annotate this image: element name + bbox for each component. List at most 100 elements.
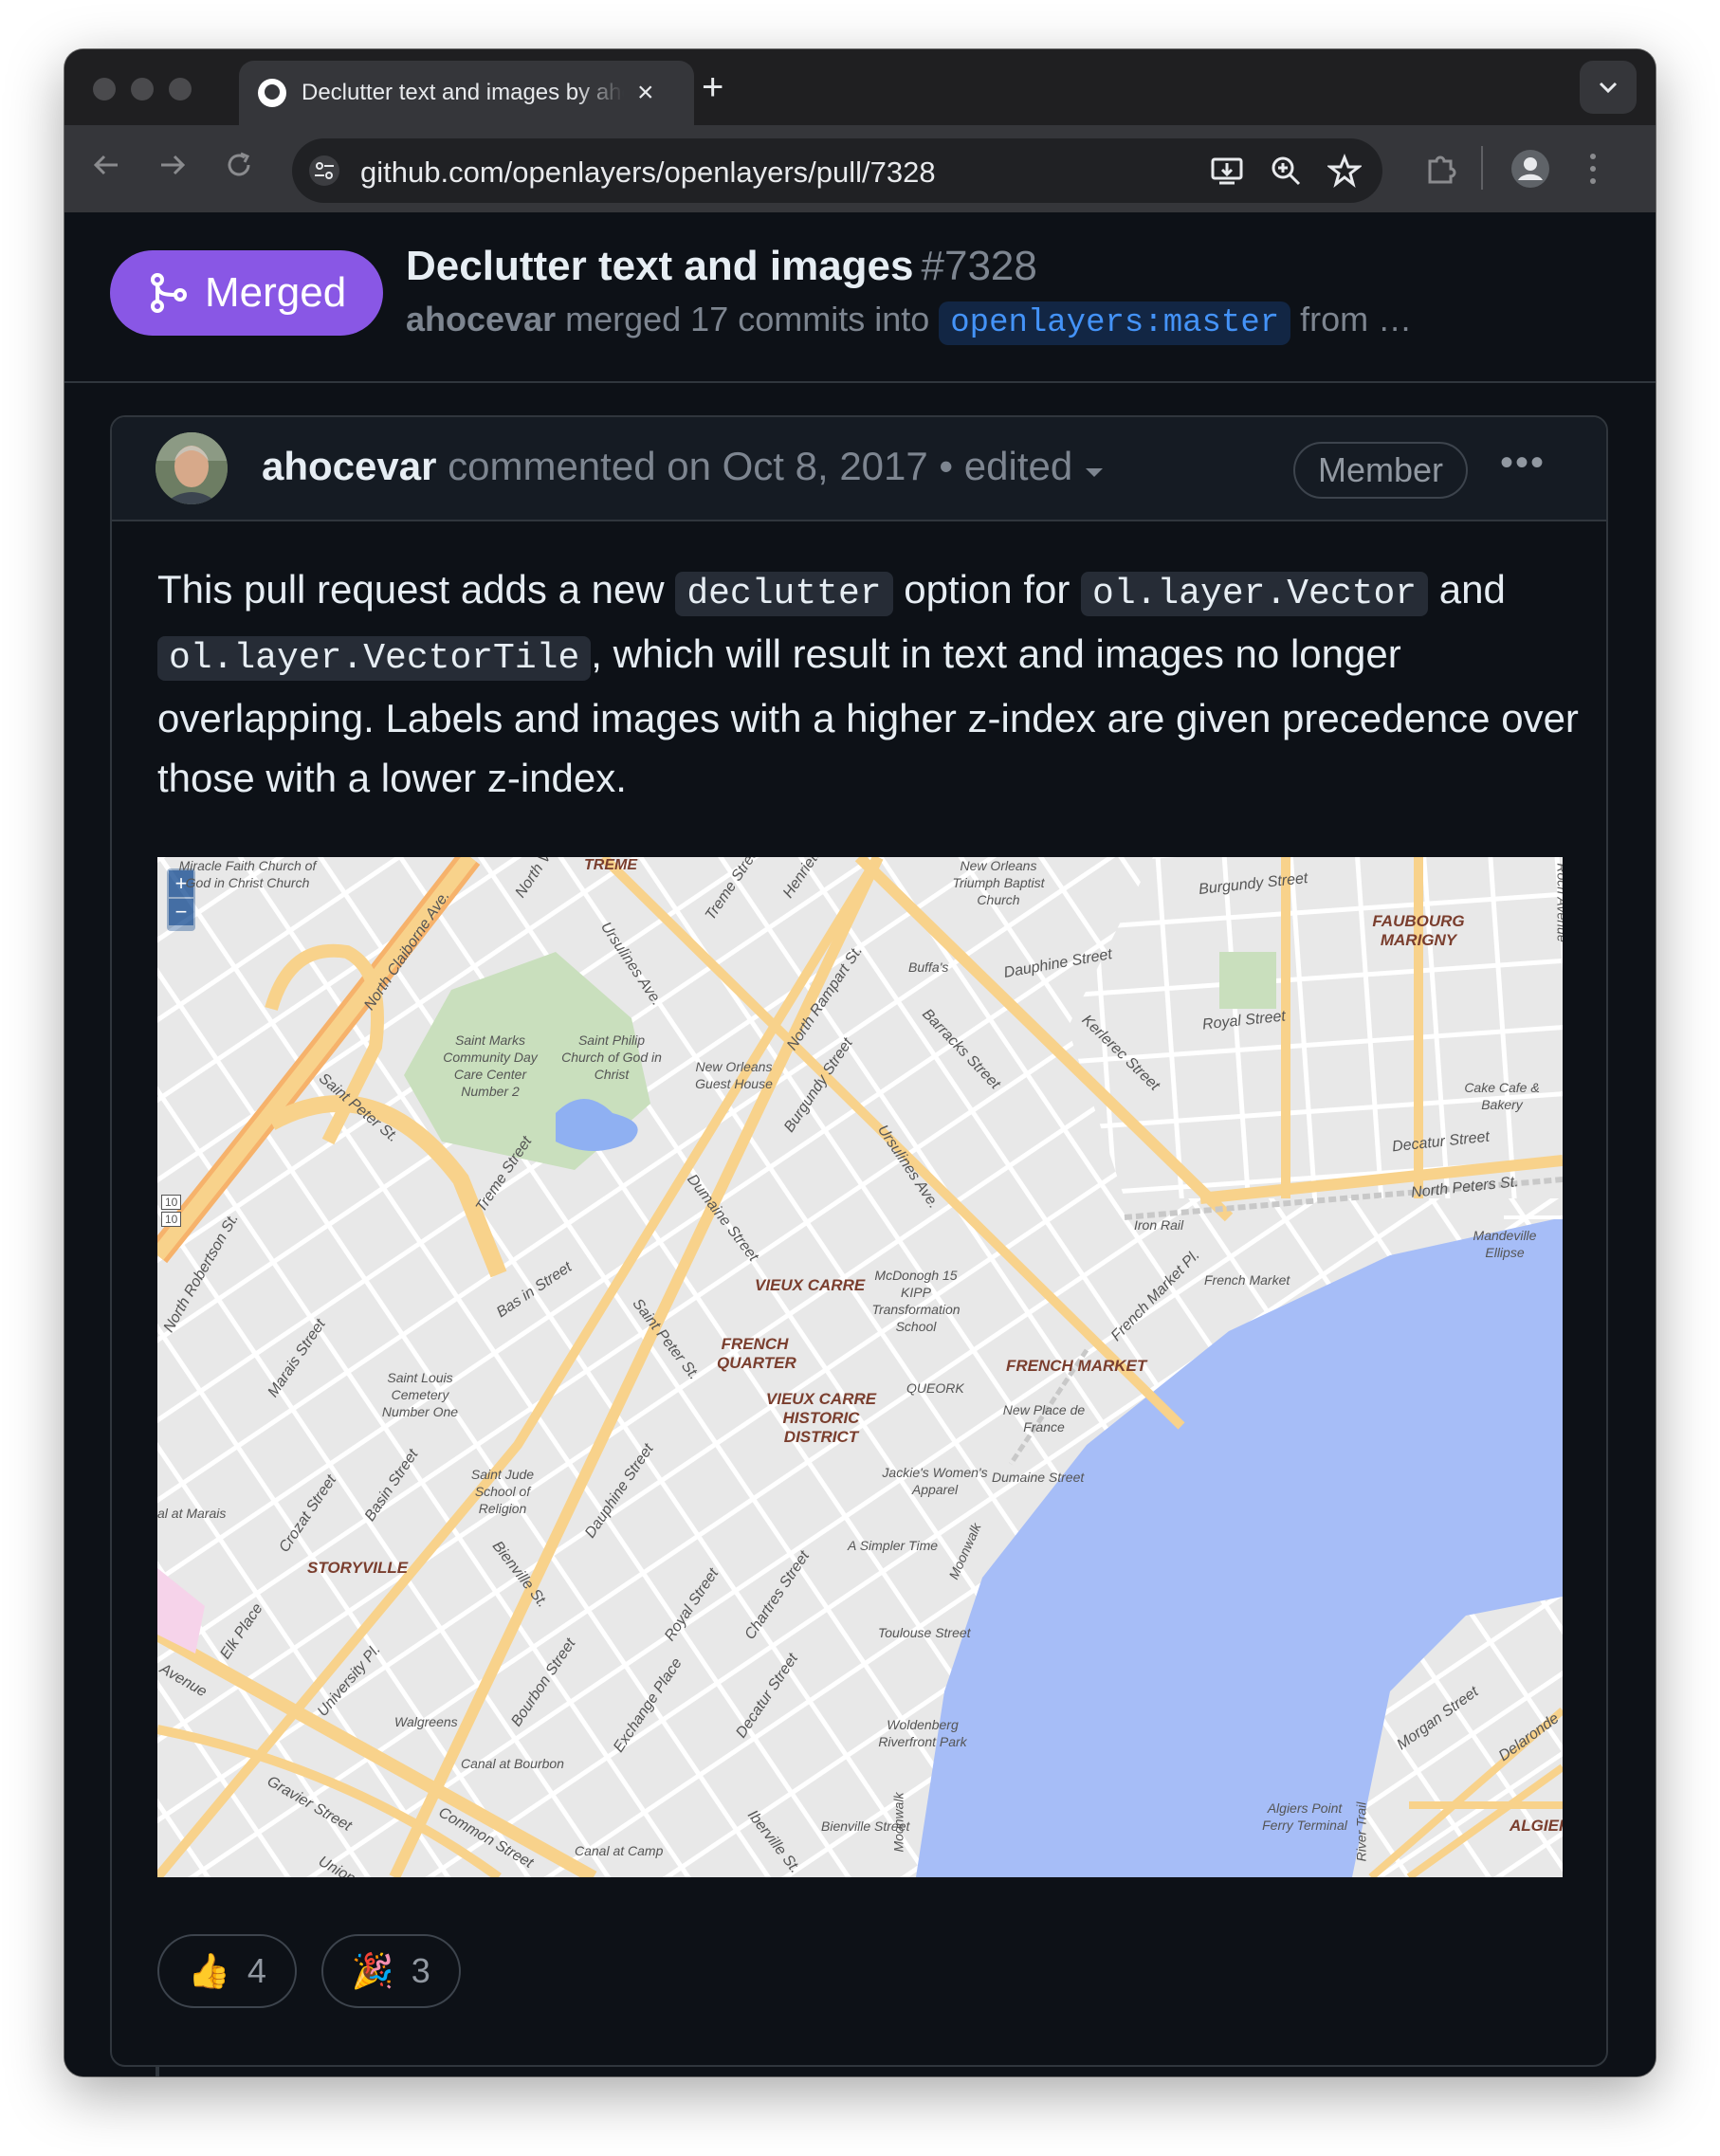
map-label: Algiers Point Ferry Terminal [1262,1800,1347,1833]
body-text-3: and [1428,567,1506,612]
decluttered-map-image[interactable]: + − TREME VIEUX CARRE FRENCH QUARTER VIE… [157,857,1563,1877]
profile-avatar-icon[interactable] [1510,148,1551,194]
chevron-down-icon [1599,82,1618,94]
timeline-connector [156,2067,159,2076]
github-icon [258,79,286,107]
pr-header: Merged Declutter text and images #7328 ah… [64,212,1656,383]
map-label: Saint Jude School of Religion [470,1467,535,1516]
minimize-window-button[interactable] [131,78,154,100]
map-label: Saint Marks Community Day Care Center Nu… [443,1032,538,1099]
map-label: New Orleans Guest House [695,1059,773,1091]
map-label: Miracle Faith Church of God in Christ Ch… [178,858,317,890]
map-label: Dumaine Street [992,1470,1085,1485]
close-window-button[interactable] [93,78,116,100]
map-label: McDonogh 15 KIPP Transformation School [871,1268,961,1334]
map-label: TREME [584,857,637,873]
reload-icon[interactable] [222,148,256,189]
new-tab-button[interactable]: + [702,68,723,106]
comment-author-link[interactable]: ahocevar [262,444,436,488]
comment-header: ahocevar commented on Oct 8, 2017 • edit… [112,417,1606,521]
reaction-hooray-button[interactable]: 🎉 3 [320,1934,461,2008]
reactions-bar: 👍 4 🎉 3 [157,1934,461,2008]
browser-toolbar: github.com/openlayers/openlayers/pull/73… [64,125,1656,212]
code-ol-layer-vectortile: ol.layer.VectorTile [157,636,592,681]
merged-status-badge: Merged [110,250,383,336]
body-text-2: option for [892,567,1082,612]
pr-title-line: Declutter text and images #7328 [406,243,1037,290]
map-label: ALGIER [1510,1817,1563,1835]
route-shield: 10 [161,1212,182,1227]
map-label: Toulouse Street [878,1625,971,1640]
zoom-icon[interactable] [1269,154,1303,188]
merged-label: Merged [205,269,347,316]
comment-options-icon[interactable]: ••• [1500,442,1546,484]
reaction-count: 4 [247,1951,266,1990]
map-label: Saint Philip Church of God in Christ [561,1032,662,1082]
map-zoom-out-button[interactable]: − [169,899,193,925]
from-text: from … [1290,300,1413,338]
map-label: Cake Cafe & Bakery [1464,1080,1540,1112]
back-arrow-icon[interactable] [89,148,123,189]
map-label: Buffa's [908,959,949,975]
browser-menu-icon[interactable] [1587,152,1599,191]
map-label: Bienville Street [821,1818,910,1834]
github-page: Merged Declutter text and images #7328 ah… [64,212,1656,2076]
map-label: QUEORK [906,1380,964,1396]
pr-title: Declutter text and images [406,243,914,289]
map-label: Roch Avenue [1554,863,1563,942]
map-label: Mandeville Ellipse [1473,1228,1537,1260]
comment-meta: ahocevar commented on Oct 8, 2017 • edit… [262,444,1105,489]
map-label: FAUBOURG MARIGNY [1372,912,1465,949]
forward-arrow-icon[interactable] [156,148,190,189]
map-label: New Orleans Triumph Baptist Church [952,858,1045,907]
tab-search-button[interactable] [1580,61,1637,114]
map-label: A Simpler Time [848,1538,939,1553]
merge-icon [151,273,187,313]
map-label: al at Marais [157,1506,227,1521]
party-popper-icon: 🎉 [351,1951,394,1990]
pr-description-comment: ahocevar commented on Oct 8, 2017 • edit… [110,415,1608,2067]
map-label: Canal at Bourbon [461,1756,564,1771]
pr-merge-summary: ahocevar merged 17 commits into openlaye… [406,300,1413,345]
install-app-icon[interactable] [1210,154,1244,188]
comment-body: This pull request adds a new declutter o… [157,559,1580,808]
map-label: FRENCH MARKET [1006,1357,1147,1375]
tab-title: Declutter text and images by ahocevar [302,80,624,105]
map-label: Canal at Camp [575,1843,664,1858]
map-label: French Market [1204,1272,1290,1288]
address-bar[interactable]: github.com/openlayers/openlayers/pull/73… [292,138,1382,203]
map-label: VIEUX CARRE HISTORIC DISTRICT [765,1390,877,1446]
reaction-count: 3 [411,1951,430,1990]
map-base [157,857,1563,1877]
browser-tab[interactable]: Declutter text and images by ahocevar × [239,61,694,125]
merge-text: merged 17 commits into [556,300,940,338]
map-label: Jackie's Women's Apparel [882,1465,988,1497]
thumbs-up-icon: 👍 [188,1951,230,1990]
tab-strip: Declutter text and images by ahocevar × … [64,49,1656,125]
map-label: Saint Louis Cemetery Number One [381,1370,459,1419]
map-label: VIEUX CARRE [755,1276,866,1294]
pr-author-link[interactable]: ahocevar [406,300,556,338]
body-text-1: This pull request adds a new [157,567,676,612]
avatar[interactable] [156,432,228,504]
comment-action-text[interactable]: commented on Oct 8, 2017 • edited [436,444,1083,488]
site-settings-icon[interactable] [309,155,339,186]
tab-close-icon[interactable]: × [637,79,654,107]
maximize-window-button[interactable] [169,78,192,100]
url-text: github.com/openlayers/openlayers/pull/73… [360,155,936,189]
map-label: STORYVILLE [307,1559,409,1577]
extensions-icon[interactable] [1424,152,1458,191]
bookmark-star-icon[interactable] [1326,153,1363,188]
map-label: Iron Rail [1134,1217,1184,1233]
map-label: FRENCH QUARTER [717,1335,796,1372]
toolbar-divider [1481,146,1483,190]
member-role-badge: Member [1293,442,1468,499]
caret-down-icon[interactable] [1084,465,1105,480]
map-label: Walgreens [394,1714,458,1729]
base-branch-link[interactable]: openlayers:master [939,301,1291,345]
reaction-thumbs-up-button[interactable]: 👍 4 [157,1934,297,2008]
map-label: New Place de France [1002,1402,1086,1434]
code-declutter: declutter [675,572,893,616]
pr-number[interactable]: #7328 [922,243,1037,289]
code-ol-layer-vector: ol.layer.Vector [1081,572,1429,616]
